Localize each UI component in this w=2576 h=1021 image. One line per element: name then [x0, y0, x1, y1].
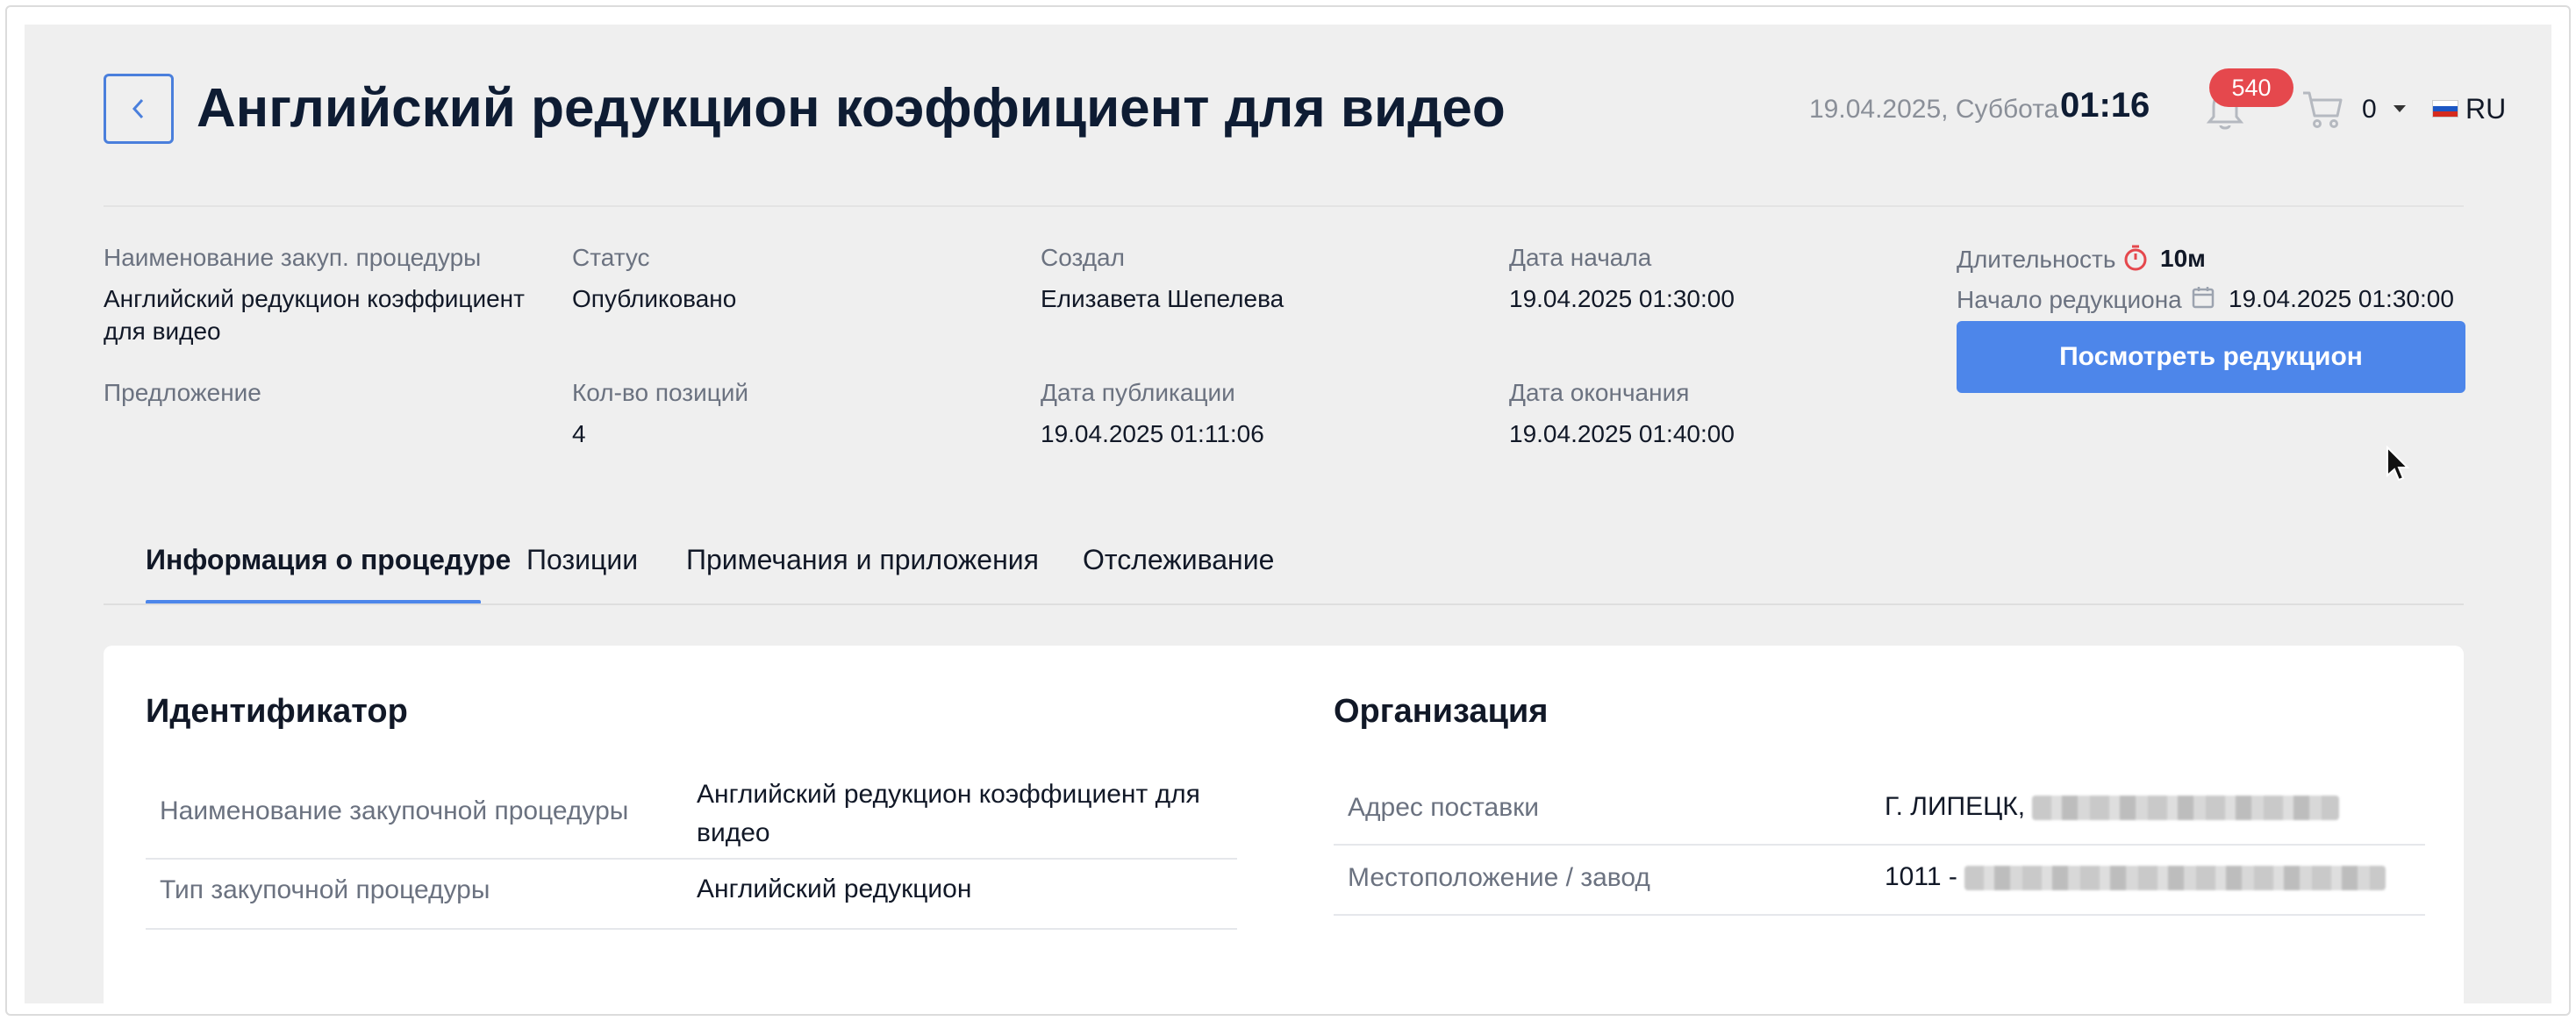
start-date-value: 19.04.2025 01:30:00	[1509, 285, 1735, 312]
start-date-label: Дата начала	[1509, 244, 1652, 271]
end-date-label: Дата окончания	[1509, 379, 1690, 406]
procedure-type-label: Тип закупочной процедуры	[160, 875, 490, 904]
status-value: Опубликовано	[572, 285, 737, 312]
reduction-start-value: 19.04.2025 01:30:00	[2229, 285, 2454, 312]
procedure-full-name-value: Английский редукцион коэффициент для вид…	[697, 780, 1200, 847]
positions-count-value: 4	[572, 420, 586, 447]
page-title: Английский редукцион коэффициент для вид…	[197, 78, 1506, 139]
timer-icon	[2124, 245, 2147, 271]
details-card: Идентификатор Наименование закупочной пр…	[104, 646, 2464, 1003]
view-reduction-button[interactable]: Посмотреть редукцион	[1957, 321, 2465, 393]
procedure-page: Английский редукцион коэффициент для вид…	[25, 25, 2551, 1003]
location-plant-text: 1011 -	[1885, 862, 1957, 891]
delivery-address-label: Адрес поставки	[1348, 793, 1540, 822]
procedure-full-name-label: Наименование закупочной процедуры	[160, 796, 629, 825]
location-plant-value: 1011 -	[1885, 858, 2386, 896]
back-button[interactable]	[104, 74, 174, 144]
delivery-address-text: Г. ЛИПЕЦК,	[1885, 792, 2026, 821]
procedure-name-label: Наименование закуп. процедуры	[104, 244, 482, 271]
window-frame: Английский редукцион коэффициент для вид…	[5, 5, 2571, 1016]
delivery-address-value: Г. ЛИПЕЦК,	[1885, 788, 2340, 826]
tab-procedure-info[interactable]: Информация о процедуре	[146, 544, 511, 576]
duration-label: Длительность	[1957, 246, 2116, 273]
notifications-badge[interactable]: 540	[2209, 68, 2293, 107]
mouse-cursor-icon	[2386, 446, 2410, 482]
row-divider	[146, 928, 1237, 930]
language-selector[interactable]: RU	[2465, 93, 2506, 125]
duration-value: 10м	[2160, 245, 2206, 272]
identifier-title: Идентификатор	[146, 693, 408, 730]
procedure-name-value: Английский редукцион коэффициент для вид…	[104, 285, 525, 345]
publication-date-value: 19.04.2025 01:11:06	[1041, 420, 1264, 447]
current-date: 19.04.2025, Суббота	[1809, 95, 2059, 124]
procedure-type-value: Английский редукцион	[697, 875, 972, 903]
redacted-text	[1964, 866, 2386, 891]
tabs-divider	[104, 603, 2464, 605]
current-time: 01:16	[2060, 86, 2150, 125]
tab-positions[interactable]: Позиции	[526, 544, 638, 576]
end-date-value: 19.04.2025 01:40:00	[1509, 420, 1735, 447]
cart-icon[interactable]	[2301, 88, 2344, 130]
chevron-down-icon[interactable]	[2394, 105, 2406, 112]
divider	[104, 205, 2464, 207]
reduction-start-label: Начало редукциона	[1957, 286, 2182, 313]
status-label: Статус	[572, 244, 650, 271]
tab-tracking[interactable]: Отслеживание	[1083, 544, 1274, 576]
organization-title: Организация	[1334, 693, 1549, 730]
positions-count-label: Кол-во позиций	[572, 379, 749, 406]
publication-date-label: Дата публикации	[1041, 379, 1235, 406]
cart-count[interactable]: 0	[2362, 95, 2377, 125]
chevron-left-icon	[132, 98, 144, 119]
created-by-label: Создал	[1041, 244, 1125, 271]
redacted-text	[2032, 796, 2340, 821]
offer-label: Предложение	[104, 379, 261, 406]
location-plant-label: Местоположение / завод	[1348, 863, 1650, 892]
tab-notes-attachments[interactable]: Примечания и приложения	[686, 544, 1039, 576]
russia-flag-icon[interactable]	[2432, 100, 2458, 118]
calendar-icon	[2192, 287, 2215, 309]
row-divider	[1334, 914, 2425, 916]
row-divider	[146, 858, 1237, 860]
row-divider	[1334, 844, 2425, 846]
created-by-value: Елизавета Шепелева	[1041, 285, 1284, 312]
